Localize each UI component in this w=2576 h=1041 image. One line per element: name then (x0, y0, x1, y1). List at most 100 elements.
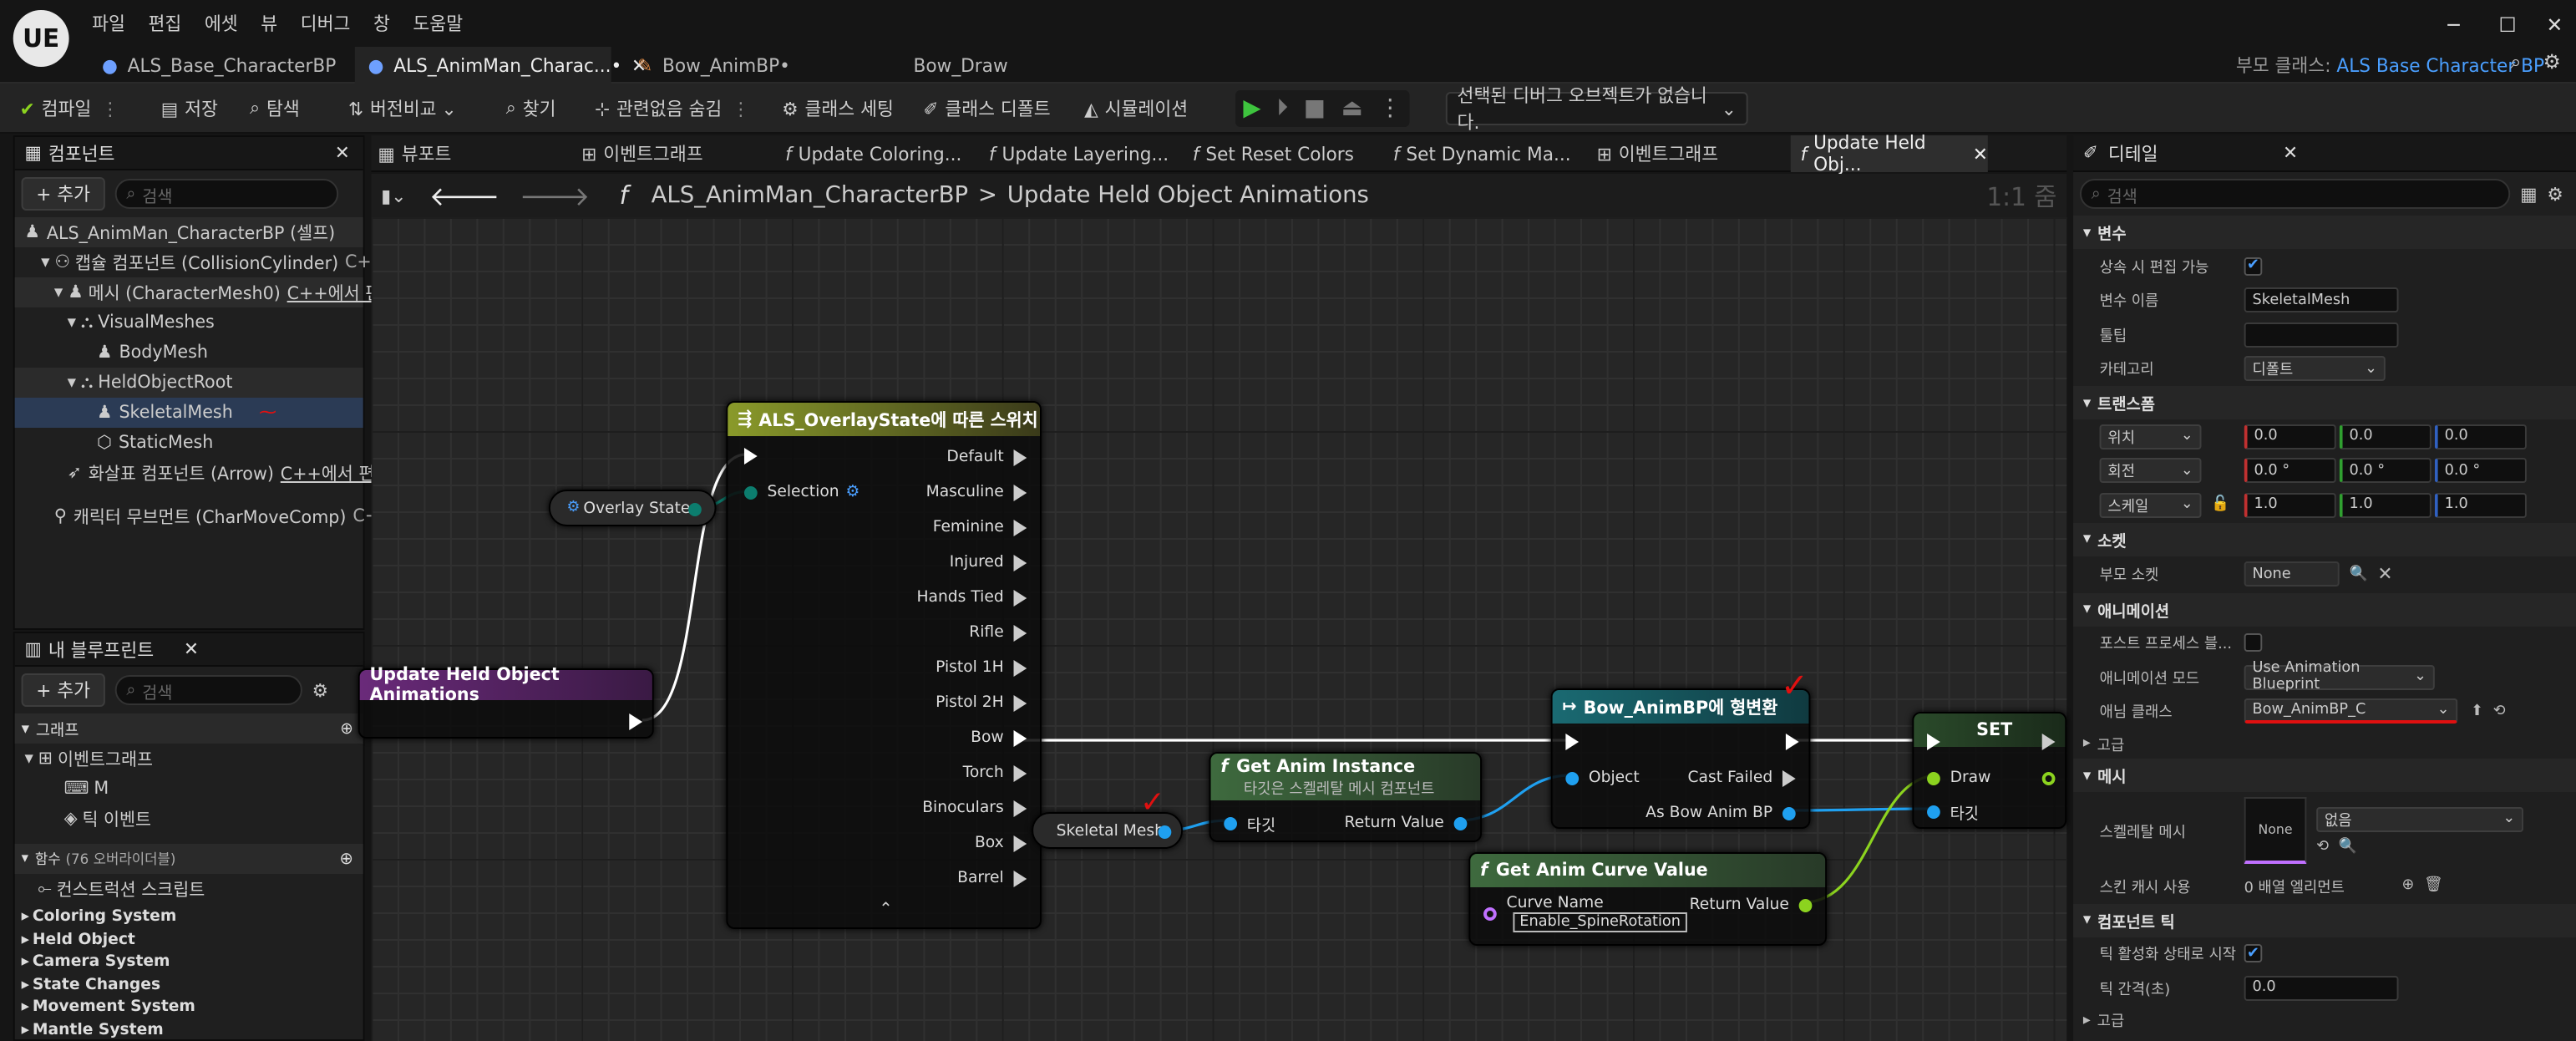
curve-return-value-pin[interactable]: Return Value (1690, 887, 1813, 922)
curve-name-input[interactable]: Enable_SpineRotation (1513, 912, 1687, 932)
var-name-input[interactable]: SkeletalMesh (2244, 287, 2399, 313)
draw-output-pin[interactable] (2041, 772, 2056, 785)
switch-on-overlay-state-node[interactable]: ⇶ ALS_OverlayState에 따른 스위치 Selection ⚙ Def… (726, 401, 1042, 929)
set-target-pin[interactable]: 타깃 (1927, 794, 1979, 829)
location-z[interactable]: 0.0 (2434, 424, 2527, 449)
scale-z[interactable]: 1.0 (2434, 492, 2527, 518)
anim-class-dropdown[interactable]: Bow_AnimBP_C ⌄ (2244, 698, 2458, 724)
skeletal-mesh-dropdown[interactable]: 없음 ⌄ (2316, 806, 2524, 831)
category-dropdown[interactable]: 디폴트 ⌄ (2244, 356, 2386, 382)
post-process-checkbox[interactable] (2244, 633, 2263, 653)
switch-output-pin[interactable]: Hands Tied (916, 580, 1027, 615)
exec-output-pin[interactable] (1013, 659, 1027, 676)
trash-icon[interactable]: 🗑 (2424, 878, 2442, 895)
exec-output-pin[interactable] (629, 713, 643, 730)
cast-to-bow-animbp-node[interactable]: ↦ Bow_AnimBP에 형변환 Object Cast Failed As B… (1550, 688, 1811, 830)
rotation-y[interactable]: 0.0 ° (2339, 458, 2431, 484)
target-pin[interactable]: 타깃 (1224, 805, 1275, 840)
overlay-state-node[interactable]: ⚙ Overlay State (548, 490, 717, 526)
switch-exec-input[interactable] (743, 448, 758, 465)
exec-output-pin[interactable] (1013, 729, 1027, 746)
reset-icon[interactable]: ⟲ (2493, 703, 2506, 720)
set-exec-input[interactable] (1927, 734, 1940, 750)
switch-output-pin[interactable]: Pistol 1H (916, 650, 1027, 685)
exec-output-pin[interactable] (1013, 519, 1027, 536)
details-search-input[interactable]: ⌕ 검색 (2079, 179, 2511, 209)
switch-output-pin[interactable]: Injured (916, 545, 1027, 580)
section-component-tick[interactable]: ▾ 컴포넌트 틱 (2073, 903, 2576, 937)
return-value-pin[interactable]: Return Value (1345, 805, 1468, 840)
section-animation[interactable]: ▾ 애니메이션 (2073, 592, 2576, 626)
unreal-logo-icon[interactable]: UE (13, 10, 69, 67)
draw-pin[interactable]: Draw (1927, 760, 1990, 795)
rotation-z[interactable]: 0.0 ° (2434, 458, 2527, 484)
exec-output-pin[interactable] (1013, 554, 1027, 571)
switch-output-pin[interactable]: Pistol 2H (916, 685, 1027, 720)
close-panel-icon[interactable]: ✕ (2283, 142, 2298, 164)
curve-target-pin[interactable] (1483, 907, 1497, 921)
table-view-icon[interactable]: ▦ (2520, 183, 2537, 205)
editable-checkbox[interactable]: ✔ (2244, 256, 2263, 276)
exec-output-pin[interactable] (1013, 449, 1027, 465)
scale-x[interactable]: 1.0 (2244, 492, 2336, 518)
exec-output-pin[interactable] (1013, 870, 1027, 886)
row-advanced-anim[interactable]: ▸ 고급 (2073, 729, 2576, 759)
anim-mode-dropdown[interactable]: Use Animation Blueprint ⌄ (2244, 661, 2435, 694)
clear-icon[interactable]: ✕ (2377, 563, 2392, 585)
selection-pin[interactable]: Selection ⚙ (743, 475, 860, 510)
switch-output-pin[interactable]: Bow (916, 720, 1027, 755)
exec-output-pin[interactable] (1013, 835, 1027, 851)
switch-output-pin[interactable]: Rifle (916, 615, 1027, 650)
switch-output-pin[interactable]: Default (916, 439, 1027, 475)
section-mesh[interactable]: ▾ 메시 (2073, 759, 2576, 792)
tooltip-input[interactable] (2244, 322, 2399, 348)
skeletal-mesh-output-pin[interactable] (1158, 825, 1172, 839)
rotation-dropdown[interactable]: 회전 ⌄ (2099, 458, 2202, 484)
switch-output-pin[interactable]: Barrel (916, 861, 1027, 896)
rotation-x[interactable]: 0.0 ° (2244, 458, 2336, 484)
location-dropdown[interactable]: 위치 ⌄ (2099, 424, 2202, 449)
switch-output-pin[interactable]: Binoculars (916, 790, 1027, 825)
set-draw-node[interactable]: SET Draw 타깃 (1912, 712, 2067, 829)
exec-output-pin[interactable] (1013, 624, 1027, 641)
exec-output-pin[interactable] (1013, 764, 1027, 781)
tick-interval-input[interactable]: 0.0 (2244, 975, 2399, 1001)
section-variable[interactable]: ▾ 변수 (2073, 216, 2576, 249)
collapse-chevron-icon[interactable]: ⌃ (879, 901, 893, 919)
get-anim-instance-node[interactable]: f Get Anim Instance 타깃은 스켈레탈 메시 컴포넌트 타깃 R… (1209, 752, 1483, 842)
exec-output-pin[interactable] (1013, 589, 1027, 606)
row-advanced-tick[interactable]: ▸ 고급 (2073, 1005, 2576, 1035)
section-transform[interactable]: ▾ 트랜스폼 (2073, 386, 2576, 419)
cast-failed-pin[interactable]: Cast Failed (1687, 760, 1796, 795)
exec-output-pin[interactable] (1013, 694, 1027, 711)
add-circle-icon[interactable]: ⊕ (2401, 878, 2414, 895)
scale-dropdown[interactable]: 스케일 ⌄ (2099, 492, 2202, 518)
parent-socket-value[interactable]: None (2244, 561, 2340, 587)
location-x[interactable]: 0.0 (2244, 424, 2336, 449)
lock-icon[interactable]: 🔓 (2211, 497, 2244, 514)
browse-asset-icon[interactable]: ⬆ (2471, 703, 2483, 720)
scale-y[interactable]: 1.0 (2339, 492, 2431, 518)
browse-socket-icon[interactable]: 🔍 (2350, 566, 2368, 582)
tick-start-checkbox[interactable]: ✔ (2244, 944, 2263, 963)
gear-icon[interactable]: ⚙ (2547, 183, 2563, 205)
cast-exec-output[interactable] (1785, 734, 1799, 750)
use-selected-icon[interactable]: ⟲ (2316, 838, 2329, 855)
function-entry-node[interactable]: Update Held Object Animations (357, 665, 654, 739)
exec-output-pin[interactable] (1013, 484, 1027, 500)
section-socket[interactable]: ▾ 소켓 (2073, 522, 2576, 556)
switch-output-pin[interactable]: Feminine (916, 510, 1027, 545)
as-bow-anim-bp-pin[interactable]: As Bow Anim BP (1645, 795, 1796, 830)
switch-output-pin[interactable]: Masculine (916, 475, 1027, 510)
switch-output-pin[interactable]: Torch (916, 755, 1027, 790)
set-exec-output[interactable] (2041, 734, 2056, 750)
browse-asset-icon[interactable]: 🔍 (2339, 838, 2357, 855)
mesh-thumbnail[interactable]: None (2244, 797, 2307, 864)
object-pin[interactable]: Object (1565, 760, 1640, 795)
switch-output-pin[interactable]: Box (916, 825, 1027, 861)
cast-exec-input[interactable] (1565, 734, 1580, 750)
location-y[interactable]: 0.0 (2339, 424, 2431, 449)
overlay-state-output-pin[interactable] (688, 503, 702, 516)
exec-output-pin[interactable] (1013, 800, 1027, 816)
get-anim-curve-value-node[interactable]: f Get Anim Curve Value Curve Name Enable_… (1468, 852, 1828, 946)
